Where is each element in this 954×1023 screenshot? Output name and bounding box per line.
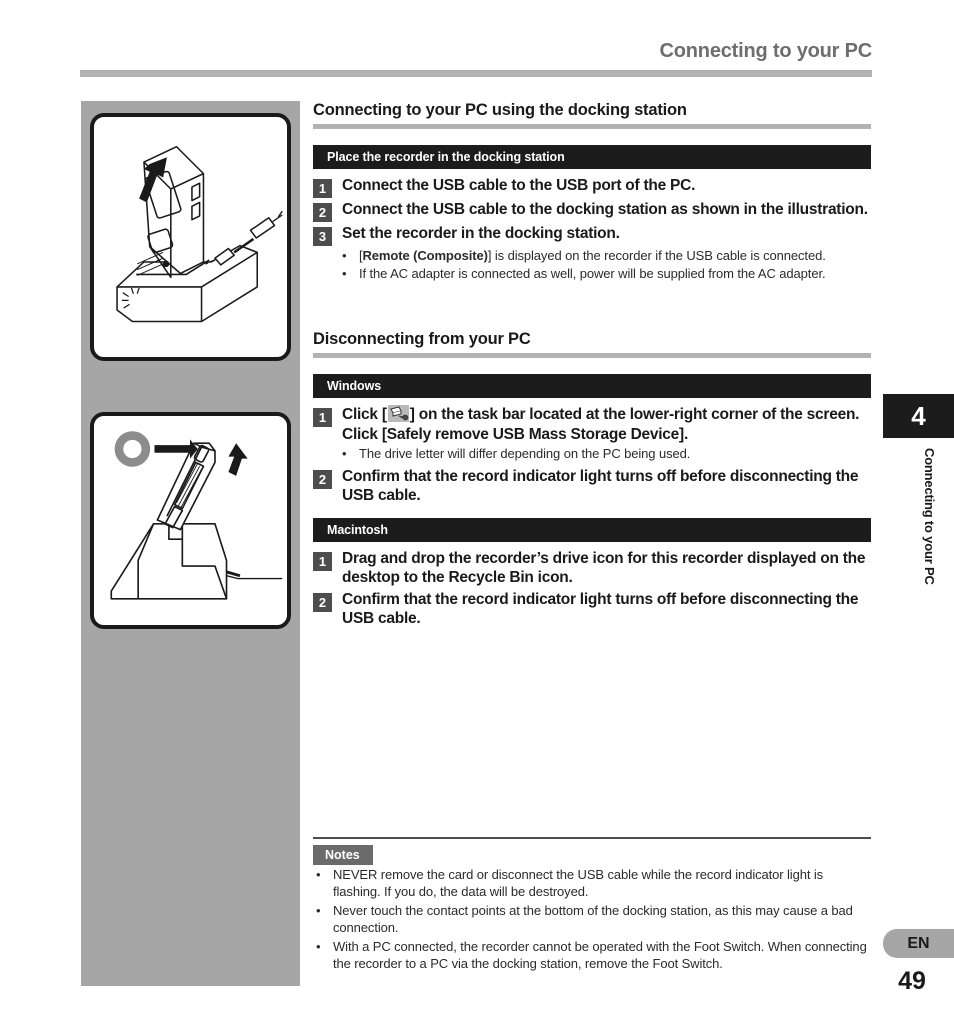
main-content: Connecting to your PC using the docking … [313, 100, 871, 631]
running-header: Connecting to your PC [80, 38, 873, 64]
note-text: NEVER remove the card or disconnect the … [333, 867, 824, 899]
bullet-dot: • [316, 867, 321, 882]
bullet-text: If the AC adapter is connected as well, … [359, 265, 826, 281]
step-item: 2 Connect the USB cable to the docking s… [313, 200, 871, 222]
illustration-recorder-removed-from-docking-station [90, 412, 291, 629]
note-item: • With a PC connected, the recorder cann… [316, 939, 871, 972]
bullet-dot: • [316, 903, 321, 918]
notes-list: • NEVER remove the card or disconnect th… [316, 867, 871, 972]
bullet-item: • If the AC adapter is connected as well… [342, 266, 871, 283]
illustration-column [81, 101, 300, 986]
step-number: 1 [313, 408, 332, 427]
bullet-item: • The drive letter will differ depending… [342, 446, 871, 463]
chapter-title-vertical: Connecting to your PC [922, 448, 937, 585]
illustration-recorder-into-docking-station [90, 113, 291, 361]
step-item: 2 Confirm that the record indicator ligh… [313, 590, 871, 629]
step-item: 1 Click [] on the task bar located at th… [313, 405, 871, 444]
step-text: Connect the USB cable to the USB port of… [342, 177, 696, 194]
bullet-item: • [Remote (Composite)] is displayed on t… [342, 248, 871, 265]
notes-divider [313, 837, 871, 839]
step-text: Confirm that the record indicator light … [342, 467, 859, 505]
remove-arrow-up [228, 443, 248, 476]
step-text: Set the recorder in the docking station. [342, 225, 620, 242]
steps-macintosh: 1 Drag and drop the recorder’s drive ico… [313, 549, 871, 629]
step-number: 2 [313, 469, 332, 489]
note-text: With a PC connected, the recorder cannot… [333, 939, 867, 971]
language-tab: EN [883, 929, 954, 958]
step-item: 2 Confirm that the record indicator ligh… [313, 467, 871, 506]
subhead-macintosh: Macintosh [313, 517, 871, 542]
step-number: 2 [313, 203, 332, 222]
running-header-title: Connecting to your PC [659, 40, 873, 62]
bullet-text: The drive letter will differ depending o… [359, 446, 691, 461]
notes-block: Notes • NEVER remove the card or disconn… [313, 837, 871, 976]
steps-place-recorder: 1 Connect the USB cable to the USB port … [313, 176, 871, 282]
bullet-dot: • [316, 939, 321, 954]
step-bullets: • The drive letter will differ depending… [342, 446, 871, 463]
note-item: • NEVER remove the card or disconnect th… [316, 867, 871, 900]
subsection-spacer [313, 508, 871, 518]
safely-remove-hardware-icon [387, 405, 409, 422]
section-title-disconnecting: Disconnecting from your PC [313, 330, 531, 348]
header-divider [80, 70, 872, 77]
bullet-dot: • [342, 265, 347, 281]
subhead-windows: Windows [313, 374, 871, 398]
notes-label: Notes [313, 845, 373, 865]
page-number: 49 [898, 967, 926, 995]
bullet-dot: • [342, 446, 347, 461]
step-number: 1 [313, 551, 332, 571]
section-title-connecting: Connecting to your PC using the docking … [313, 101, 687, 119]
step-number: 3 [313, 227, 332, 246]
step-number: 1 [313, 179, 332, 198]
bullet-text: [Remote (Composite)] is displayed on the… [359, 248, 826, 263]
bullet-dot: • [342, 248, 347, 263]
section-title-divider [313, 353, 871, 358]
record-indicator-ring [114, 431, 151, 467]
step-item: 3 Set the recorder in the docking statio… [313, 224, 871, 246]
section-title-divider [313, 124, 871, 129]
step-text: Drag and drop the recorder’s drive icon … [342, 549, 866, 587]
step-bullets: • [Remote (Composite)] is displayed on t… [342, 248, 871, 282]
step-text: Click [] on the task bar located at the … [342, 405, 860, 443]
note-item: • Never touch the contact points at the … [316, 903, 871, 936]
step-item: 1 Drag and drop the recorder’s drive ico… [313, 549, 871, 588]
step-item: 1 Connect the USB cable to the USB port … [313, 176, 871, 198]
remove-arrow-left [154, 439, 198, 459]
steps-windows: 1 Click [] on the task bar located at th… [313, 405, 871, 506]
step-number: 2 [313, 592, 332, 612]
step-text: Confirm that the record indicator light … [342, 590, 859, 628]
step-text: Connect the USB cable to the docking sta… [342, 201, 868, 218]
note-text: Never touch the contact points at the bo… [333, 903, 853, 935]
chapter-number-tab: 4 [883, 394, 954, 438]
subhead-place-recorder: Place the recorder in the docking statio… [313, 145, 871, 169]
